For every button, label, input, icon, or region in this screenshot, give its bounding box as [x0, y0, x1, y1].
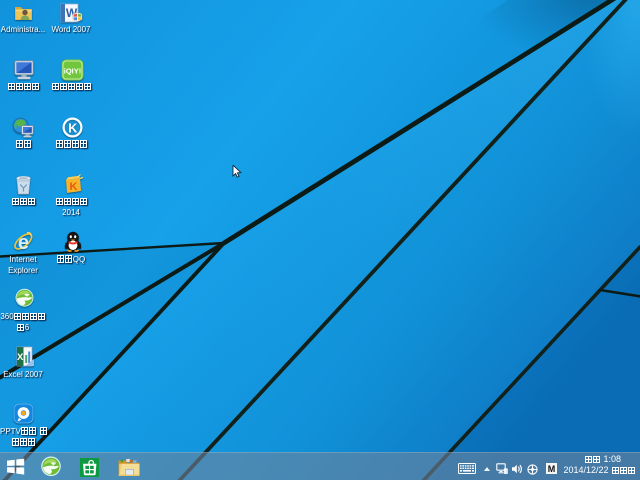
svg-text:K: K [68, 121, 77, 135]
svg-text:iQIY!: iQIY! [64, 67, 82, 76]
svg-text:e: e [18, 232, 29, 252]
svg-text:X: X [17, 352, 24, 363]
svg-text:K: K [70, 181, 78, 193]
svg-text:M: M [548, 464, 556, 474]
